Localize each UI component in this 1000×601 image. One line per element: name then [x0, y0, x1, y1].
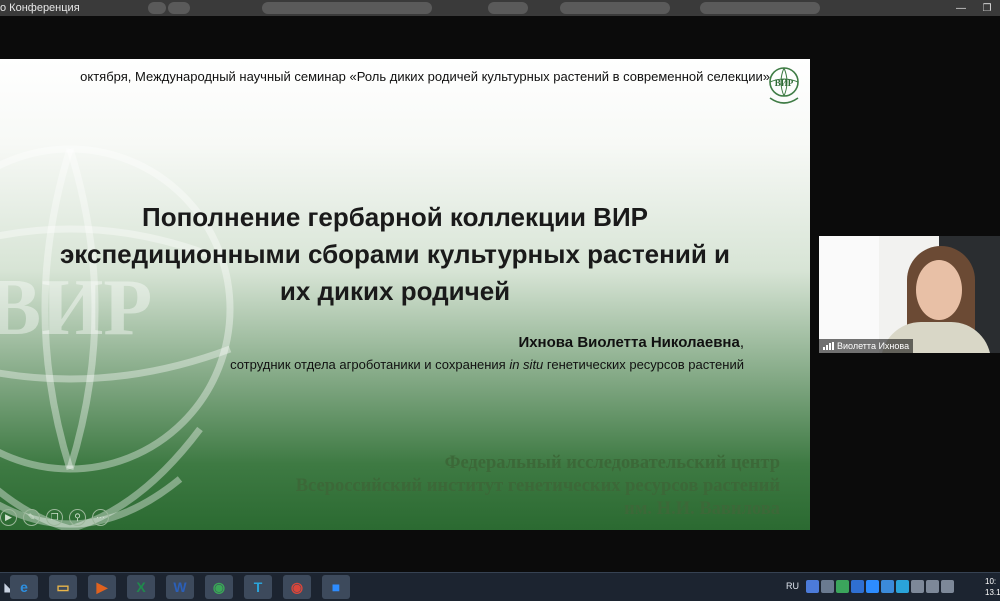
tray-flag-icon[interactable]: [941, 580, 954, 593]
slide-controls: ▶ ✎ ❐ ⚲ ⋯: [0, 509, 109, 526]
participant-namebar: Виолетта Ихнова: [819, 339, 914, 353]
tray-app-icon[interactable]: [881, 580, 894, 593]
word-icon[interactable]: W: [166, 575, 194, 599]
zoom-icon[interactable]: ⚲: [69, 509, 86, 526]
slide-title-line: экспедиционными сборами культурных расте…: [59, 239, 731, 269]
restore-icon[interactable]: ❐: [974, 0, 1000, 16]
institute-line: Федеральный исследовательский центр: [444, 453, 780, 473]
window-title: о Конференция: [0, 2, 80, 14]
author-name: Ихнова Виолетта Николаевна: [518, 334, 740, 351]
slide-title-line: Пополнение гербарной коллекции ВИР: [142, 202, 648, 232]
clock-date: 13.10.: [985, 588, 1000, 597]
signal-strength-icon: [823, 342, 834, 350]
tray-check-icon[interactable]: [836, 580, 849, 593]
vir-logo-icon: ВИР: [769, 67, 799, 104]
author-comma: ,: [739, 334, 744, 351]
position-text: сотрудник отдела агроботаники и сохранен…: [230, 357, 510, 372]
tab-ghost-icon: [560, 2, 670, 14]
tray-volume-icon[interactable]: [926, 580, 939, 593]
internet-explorer-icon[interactable]: e: [10, 575, 38, 599]
more-icon[interactable]: ⋯: [92, 509, 109, 526]
logo-text: ВИР: [775, 78, 794, 88]
clock-time: 10:: [985, 577, 997, 586]
tray-chat-icon[interactable]: [806, 580, 819, 593]
slide-title: Пополнение гербарной коллекции ВИР экспе…: [30, 199, 760, 310]
participant-name: Виолетта Ихнова: [837, 341, 910, 351]
author-line: Ихнова Виолетта Николаевна,: [518, 334, 744, 351]
position-italic: in situ: [509, 357, 544, 372]
chrome-icon[interactable]: ◉: [205, 575, 233, 599]
author-position: сотрудник отдела агроботаники и сохранен…: [230, 357, 744, 372]
institute-line: Всероссийский институт генетических ресу…: [295, 476, 780, 496]
system-tray: [806, 580, 954, 593]
participant-face: [916, 260, 962, 320]
tray-zoom-icon[interactable]: [866, 580, 879, 593]
language-indicator[interactable]: RU: [786, 581, 799, 591]
tab-ghost-icon: [262, 2, 432, 14]
institute-name: Федеральный исследовательский центр Всер…: [140, 452, 780, 521]
minimize-icon[interactable]: —: [948, 0, 974, 16]
institute-line: им. Н.И. Вавилова: [624, 499, 780, 519]
tray-telegram-icon[interactable]: [896, 580, 909, 593]
clock[interactable]: 10: 13.10.: [985, 576, 1000, 598]
windows-taskbar: ◣ e▭▶XW◉T◉■ RU 10: 13.10.: [0, 572, 1000, 601]
zoom-icon[interactable]: ■: [322, 575, 350, 599]
play-icon[interactable]: ▶: [0, 509, 17, 526]
telegram-icon[interactable]: T: [244, 575, 272, 599]
tab-ghost-icon: [488, 2, 528, 14]
tab-ghost-icon: [168, 2, 190, 14]
tab-ghost-icon: [700, 2, 820, 14]
slides-icon[interactable]: ❐: [46, 509, 63, 526]
window-controls: — ❐: [948, 0, 1000, 16]
chrome-profile-icon[interactable]: ◉: [283, 575, 311, 599]
tray-usb-icon[interactable]: [911, 580, 924, 593]
shared-slide: ВИР октября, Международный научный семин…: [0, 59, 810, 530]
seminar-header: октября, Международный научный семинар «…: [80, 69, 770, 84]
tab-ghost-icon: [148, 2, 166, 14]
tray-mail-icon[interactable]: [851, 580, 864, 593]
slide-title-line: их диких родичей: [279, 276, 511, 306]
participant-video[interactable]: Виолетта Ихнова: [819, 236, 1000, 353]
video-background: [819, 236, 879, 353]
media-player-icon[interactable]: ▶: [88, 575, 116, 599]
window-titlebar: о Конференция — ❐: [0, 0, 1000, 16]
excel-icon[interactable]: X: [127, 575, 155, 599]
file-explorer-icon[interactable]: ▭: [49, 575, 77, 599]
position-text: генетических ресурсов растений: [543, 357, 744, 372]
tray-network-icon[interactable]: [821, 580, 834, 593]
pen-icon[interactable]: ✎: [23, 509, 40, 526]
